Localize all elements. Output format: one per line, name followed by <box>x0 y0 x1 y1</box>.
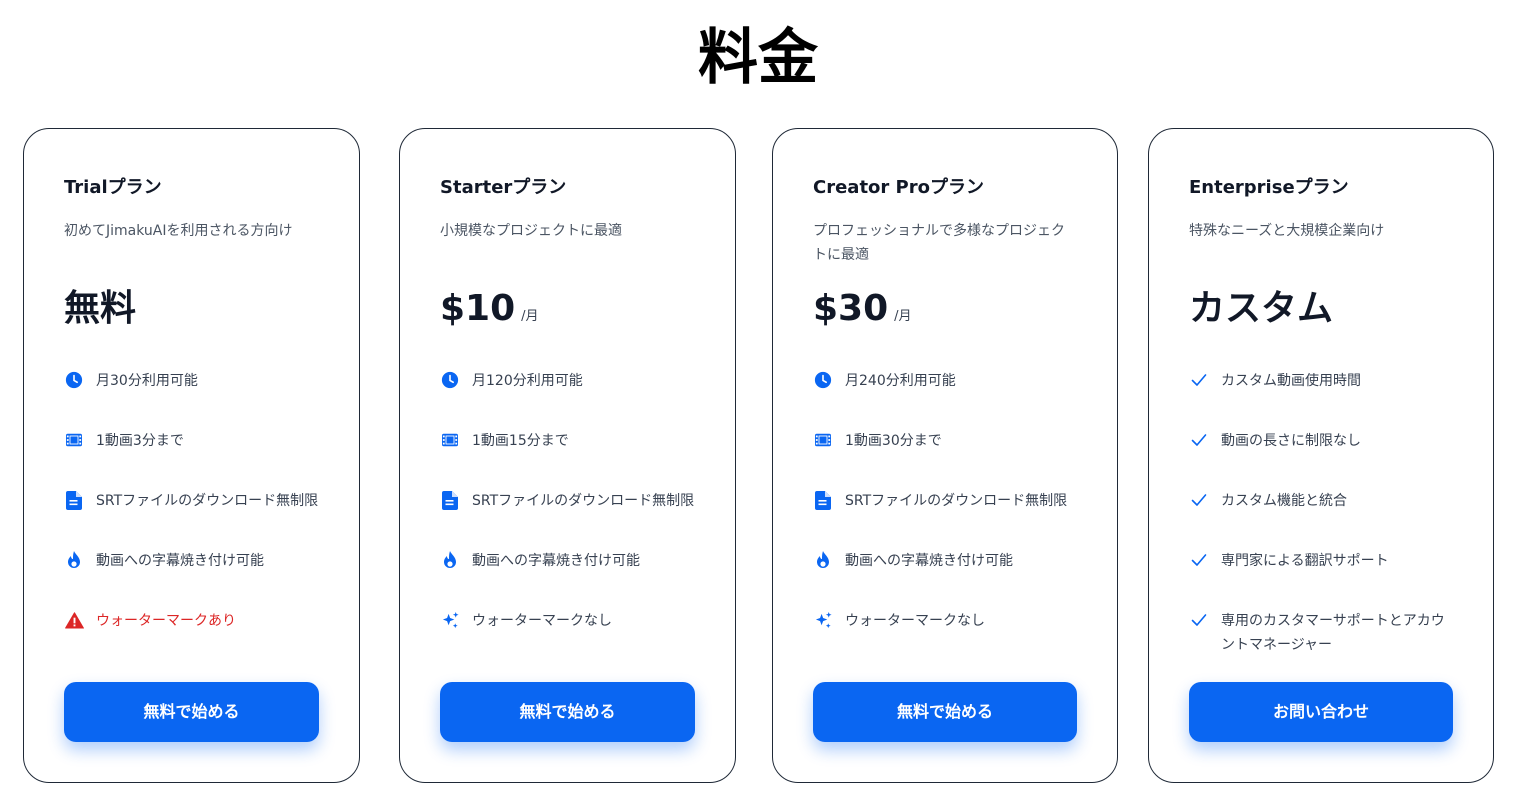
check-icon <box>1189 370 1209 390</box>
feature-text: ウォーターマークなし <box>845 613 985 629</box>
feature-item: 専門家による翻訳サポート <box>1189 549 1479 573</box>
feature-text: 動画への字幕焼き付け可能 <box>472 553 640 569</box>
check-icon <box>1189 430 1209 450</box>
sparkles-icon <box>813 610 833 630</box>
feature-text: カスタム機能と統合 <box>1221 493 1347 509</box>
film-icon <box>64 430 84 450</box>
start-free-button[interactable]: 無料で始める <box>440 682 695 742</box>
feature-item: SRTファイルのダウンロード無制限 <box>440 489 730 513</box>
feature-item: 月240分利用可能 <box>813 369 1103 393</box>
price-unit: /月 <box>521 309 539 324</box>
feature-item: 動画への字幕焼き付け可能 <box>813 549 1103 573</box>
feature-item: カスタム機能と統合 <box>1189 489 1479 513</box>
plan-price: 無料 <box>64 287 136 331</box>
price-amount: カスタム <box>1189 288 1334 329</box>
feature-text: 月30分利用可能 <box>96 373 198 389</box>
fire-icon <box>440 550 460 570</box>
warning-icon <box>64 610 84 630</box>
feature-item: 動画への字幕焼き付け可能 <box>64 549 354 573</box>
price-unit: /月 <box>894 309 912 324</box>
price-amount: 無料 <box>64 288 137 329</box>
feature-item: 専用のカスタマーサポートとアカウントマネージャー <box>1189 609 1479 657</box>
feature-text: 月120分利用可能 <box>472 373 583 389</box>
plan-price: カスタム <box>1189 287 1333 331</box>
check-icon <box>1189 550 1209 570</box>
feature-text: 月240分利用可能 <box>845 373 956 389</box>
feature-text: SRTファイルのダウンロード無制限 <box>472 493 695 509</box>
plan-name: Trialプラン <box>64 177 162 198</box>
plan-description: 小規模なプロジェクトに最適 <box>440 223 622 239</box>
feature-text: 専門家による翻訳サポート <box>1221 553 1389 569</box>
document-icon <box>64 490 84 510</box>
feature-text: 1動画15分まで <box>472 433 569 449</box>
feature-item: SRTファイルのダウンロード無制限 <box>813 489 1103 513</box>
plan-card-enterprise: Enterpriseプラン 特殊なニーズと大規模企業向け カスタム カスタム動画… <box>1148 128 1494 783</box>
feature-item: カスタム動画使用時間 <box>1189 369 1479 393</box>
feature-text: 1動画30分まで <box>845 433 942 449</box>
document-icon <box>440 490 460 510</box>
feature-text: SRTファイルのダウンロード無制限 <box>96 493 319 509</box>
feature-text: ウォーターマークあり <box>96 613 236 629</box>
fire-icon <box>813 550 833 570</box>
feature-item: 動画への字幕焼き付け可能 <box>440 549 730 573</box>
feature-item: ウォーターマークなし <box>813 609 1103 633</box>
clock-icon <box>64 370 84 390</box>
start-free-button[interactable]: 無料で始める <box>813 682 1077 742</box>
clock-icon <box>813 370 833 390</box>
feature-text: カスタム動画使用時間 <box>1221 373 1361 389</box>
feature-item: 1動画15分まで <box>440 429 730 453</box>
plan-name: Creator Proプラン <box>813 177 984 198</box>
plan-name: Starterプラン <box>440 177 567 198</box>
plan-name: Enterpriseプラン <box>1189 177 1349 198</box>
feature-item: 月30分利用可能 <box>64 369 354 393</box>
film-icon <box>813 430 833 450</box>
feature-text: SRTファイルのダウンロード無制限 <box>845 493 1068 509</box>
film-icon <box>440 430 460 450</box>
contact-button[interactable]: お問い合わせ <box>1189 682 1453 742</box>
feature-text: 動画への字幕焼き付け可能 <box>96 553 264 569</box>
feature-text: 専用のカスタマーサポートとアカウントマネージャー <box>1221 613 1445 653</box>
clock-icon <box>440 370 460 390</box>
plan-card-trial: Trialプラン 初めてJimakuAIを利用される方向け 無料 月30分利用可… <box>23 128 360 783</box>
feature-item: 動画の長さに制限なし <box>1189 429 1479 453</box>
plan-description: 特殊なニーズと大規模企業向け <box>1189 223 1385 239</box>
plan-price: $10 /月 <box>440 287 539 331</box>
plan-description: プロフェッショナルで多様なプロジェクトに最適 <box>813 223 1065 263</box>
feature-item: SRTファイルのダウンロード無制限 <box>64 489 354 513</box>
plan-card-starter: Starterプラン 小規模なプロジェクトに最適 $10 /月 月120分利用可… <box>399 128 736 783</box>
price-amount: $10 <box>440 288 516 329</box>
feature-item: 1動画3分まで <box>64 429 354 453</box>
feature-text: ウォーターマークなし <box>472 613 612 629</box>
fire-icon <box>64 550 84 570</box>
feature-text: 1動画3分まで <box>96 433 184 449</box>
feature-item: ウォーターマークなし <box>440 609 730 633</box>
document-icon <box>813 490 833 510</box>
feature-item: 1動画30分まで <box>813 429 1103 453</box>
feature-item: 月120分利用可能 <box>440 369 730 393</box>
check-icon <box>1189 490 1209 510</box>
feature-text: 動画への字幕焼き付け可能 <box>845 553 1013 569</box>
plan-card-creator-pro: Creator Proプラン プロフェッショナルで多様なプロジェクトに最適 $3… <box>772 128 1118 783</box>
feature-text: 動画の長さに制限なし <box>1221 433 1361 449</box>
feature-item: ウォーターマークあり <box>64 609 354 633</box>
plan-description: 初めてJimakuAIを利用される方向け <box>64 223 293 239</box>
plan-price: $30 /月 <box>813 287 912 331</box>
page-title: 料金 <box>698 23 818 93</box>
check-icon <box>1189 610 1209 630</box>
start-free-button[interactable]: 無料で始める <box>64 682 319 742</box>
sparkles-icon <box>440 610 460 630</box>
price-amount: $30 <box>813 288 889 329</box>
